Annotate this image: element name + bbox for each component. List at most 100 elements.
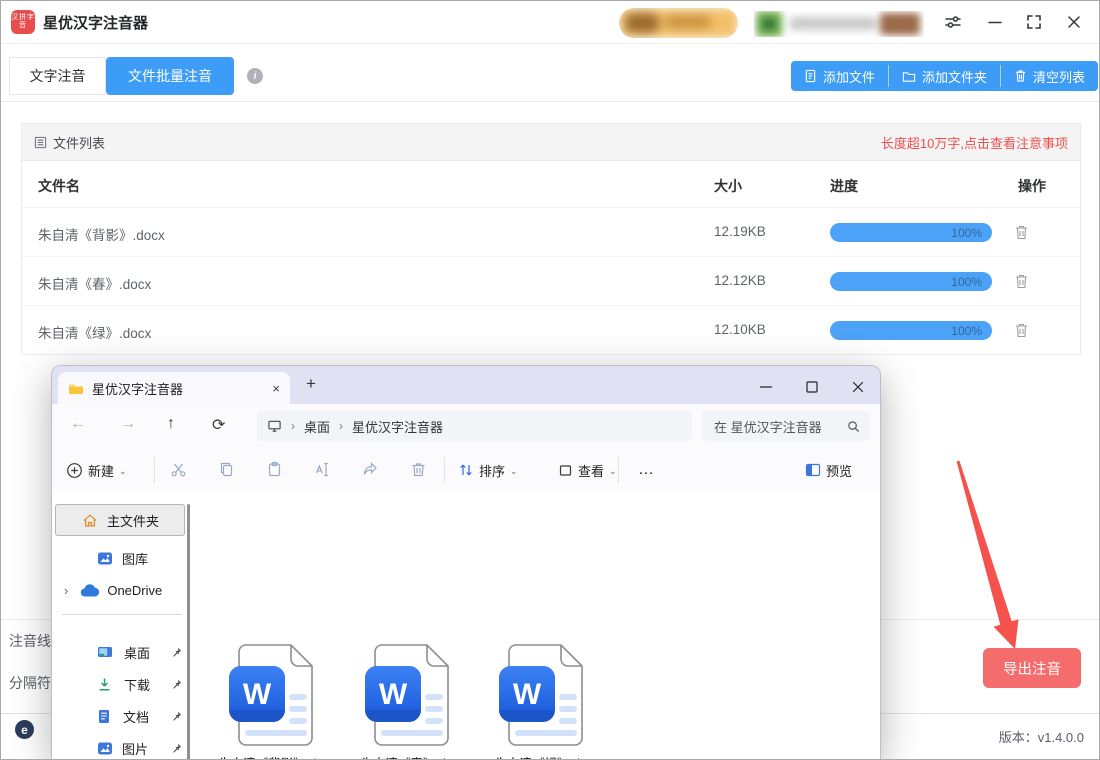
explorer-close-icon[interactable] [850,379,866,395]
footer-logo-icon: e [15,720,34,739]
breadcrumb-folder[interactable]: 星优汉字注音器 [352,417,443,436]
word-letter: W [379,678,408,711]
explorer-minimize-icon[interactable] [758,379,774,395]
info-icon[interactable]: i [247,68,263,84]
col-filename: 文件名 [38,176,80,196]
sidebar-home-label: 主文件夹 [107,511,159,530]
app-titlebar: 汉拼字音 星优汉字注音器 [1,1,1099,44]
app-logo-icon: 汉拼字音 [11,10,35,34]
table-row: 朱自清《背影》.docx 12.19KB 100% [22,208,1080,257]
home-icon [82,513,98,528]
sidebar-item-gallery[interactable]: 图库 [52,544,200,572]
clear-list-icon [1014,69,1027,83]
file-tile[interactable]: W 朱自清《背影》.docx [207,644,347,760]
sidebar-onedrive-label: OneDrive [107,583,162,598]
toolbar-separator [154,457,155,483]
view-button[interactable]: 查看 ⌄ [558,457,617,483]
up-icon[interactable]: ↑ [167,415,175,433]
onedrive-icon [80,584,100,597]
file-name: 朱自清《绿》.docx [38,322,151,342]
redacted-account-badge[interactable] [619,8,738,38]
file-name: 朱自清《春》.docx [38,273,151,293]
copy-icon[interactable] [218,461,235,478]
settings-sliders-icon[interactable] [944,13,962,31]
app-window: 汉拼字音 星优汉字注音器 [0,0,1100,760]
file-size: 12.19KB [714,224,766,239]
downloads-icon [97,677,112,692]
breadcrumb-desktop[interactable]: 桌面 [304,417,330,436]
sort-button[interactable]: 排序 ⌄ [458,457,518,483]
explorer-tab[interactable]: 星优汉字注音器 × [58,372,290,404]
minimize-icon[interactable] [986,13,1004,31]
refresh-icon[interactable]: ⟳ [212,415,225,435]
more-button[interactable]: … [638,457,655,483]
add-file-icon [804,69,817,83]
back-icon[interactable]: ← [70,415,86,433]
sidebar-gallery-label: 图库 [122,549,148,568]
sidebar-scrollbar[interactable] [187,504,190,760]
tab-batch-annotate[interactable]: 文件批量注音 [106,57,234,95]
explorer-search-input[interactable]: 在 星优汉字注音器 [702,411,870,441]
app-logo-text: 汉拼字音 [11,14,35,29]
toolbar-separator [444,457,445,483]
chevron-down-icon: ⌄ [510,466,518,477]
cut-icon[interactable] [170,461,187,478]
col-action: 操作 [1018,176,1046,196]
breadcrumb[interactable]: › 桌面 › 星优汉字注音器 [257,411,692,441]
row-delete-icon[interactable] [1014,224,1029,240]
explorer-tab-title: 星优汉字注音器 [92,379,183,398]
redacted-user-info[interactable] [754,11,924,37]
word-letter: W [243,678,272,711]
file-tile[interactable]: W 朱自清《春》.docx [343,644,483,760]
file-size: 12.12KB [714,273,766,288]
close-icon[interactable] [1065,13,1083,31]
file-explorer-window: 星优汉字注音器 × + ← → ↑ ⟳ › [51,365,881,760]
chevron-right-icon: › [339,419,343,433]
search-icon [847,420,860,433]
list-action-buttons: 添加文件 添加文件夹 清空列表 [791,61,1098,91]
sidebar-item-onedrive[interactable]: › OneDrive [52,576,200,604]
row-delete-icon[interactable] [1014,273,1029,289]
sidebar-documents-label: 文档 [123,707,149,726]
rename-icon[interactable] [314,461,331,478]
forward-icon[interactable]: → [120,415,136,433]
paste-icon[interactable] [266,461,283,478]
tab-text-annotate[interactable]: 文字注音 [9,57,106,95]
maximize-icon[interactable] [1025,13,1043,31]
pin-icon [171,711,182,722]
row-delete-icon[interactable] [1014,322,1029,338]
sidebar-pictures-label: 图片 [122,739,148,758]
col-size: 大小 [714,176,742,196]
pin-icon [171,679,182,690]
preview-button[interactable]: 预览 [805,457,852,483]
sidebar-item-documents[interactable]: 文档 [52,702,200,730]
length-notice-link[interactable]: 长度超10万字,点击查看注意事项 [881,133,1068,152]
sidebar-item-pictures[interactable]: 图片 [52,734,200,760]
sort-button-label: 排序 [479,461,505,480]
delete-icon[interactable] [410,461,427,478]
file-tile[interactable]: W 朱自清《绿》.docx [477,644,617,760]
new-tab-icon[interactable]: + [306,374,316,394]
footer-logo-letter: e [21,723,28,737]
explorer-maximize-icon[interactable] [804,379,820,395]
explorer-address-bar: ← → ↑ ⟳ › 桌面 › 星优汉字注音器 在 星优汉字注音器 [52,404,880,448]
add-folder-button[interactable]: 添加文件夹 [889,61,1000,91]
documents-icon [97,709,111,724]
expand-chevron-icon[interactable]: › [64,583,68,598]
clear-list-button[interactable]: 清空列表 [1001,61,1098,91]
explorer-toolbar: 新建 ⌄ 排序 [52,448,880,493]
tab-close-icon[interactable]: × [272,381,280,396]
new-button[interactable]: 新建 ⌄ [66,457,127,483]
settings-label-fragment: 注音线 [9,631,51,651]
sidebar-item-desktop[interactable]: 桌面 [52,638,200,666]
share-icon[interactable] [362,461,379,478]
sidebar-item-downloads[interactable]: 下载 [52,670,200,698]
file-list-header: 文件列表 长度超10万字,点击查看注意事项 [22,124,1080,161]
chevron-right-icon: › [291,419,295,433]
export-button[interactable]: 导出注音 [983,648,1081,688]
add-file-button[interactable]: 添加文件 [791,61,888,91]
more-icon: … [638,461,655,479]
word-doc-icon: W [499,644,595,746]
sidebar-divider [62,614,182,615]
sidebar-item-home[interactable]: 主文件夹 [55,504,185,536]
